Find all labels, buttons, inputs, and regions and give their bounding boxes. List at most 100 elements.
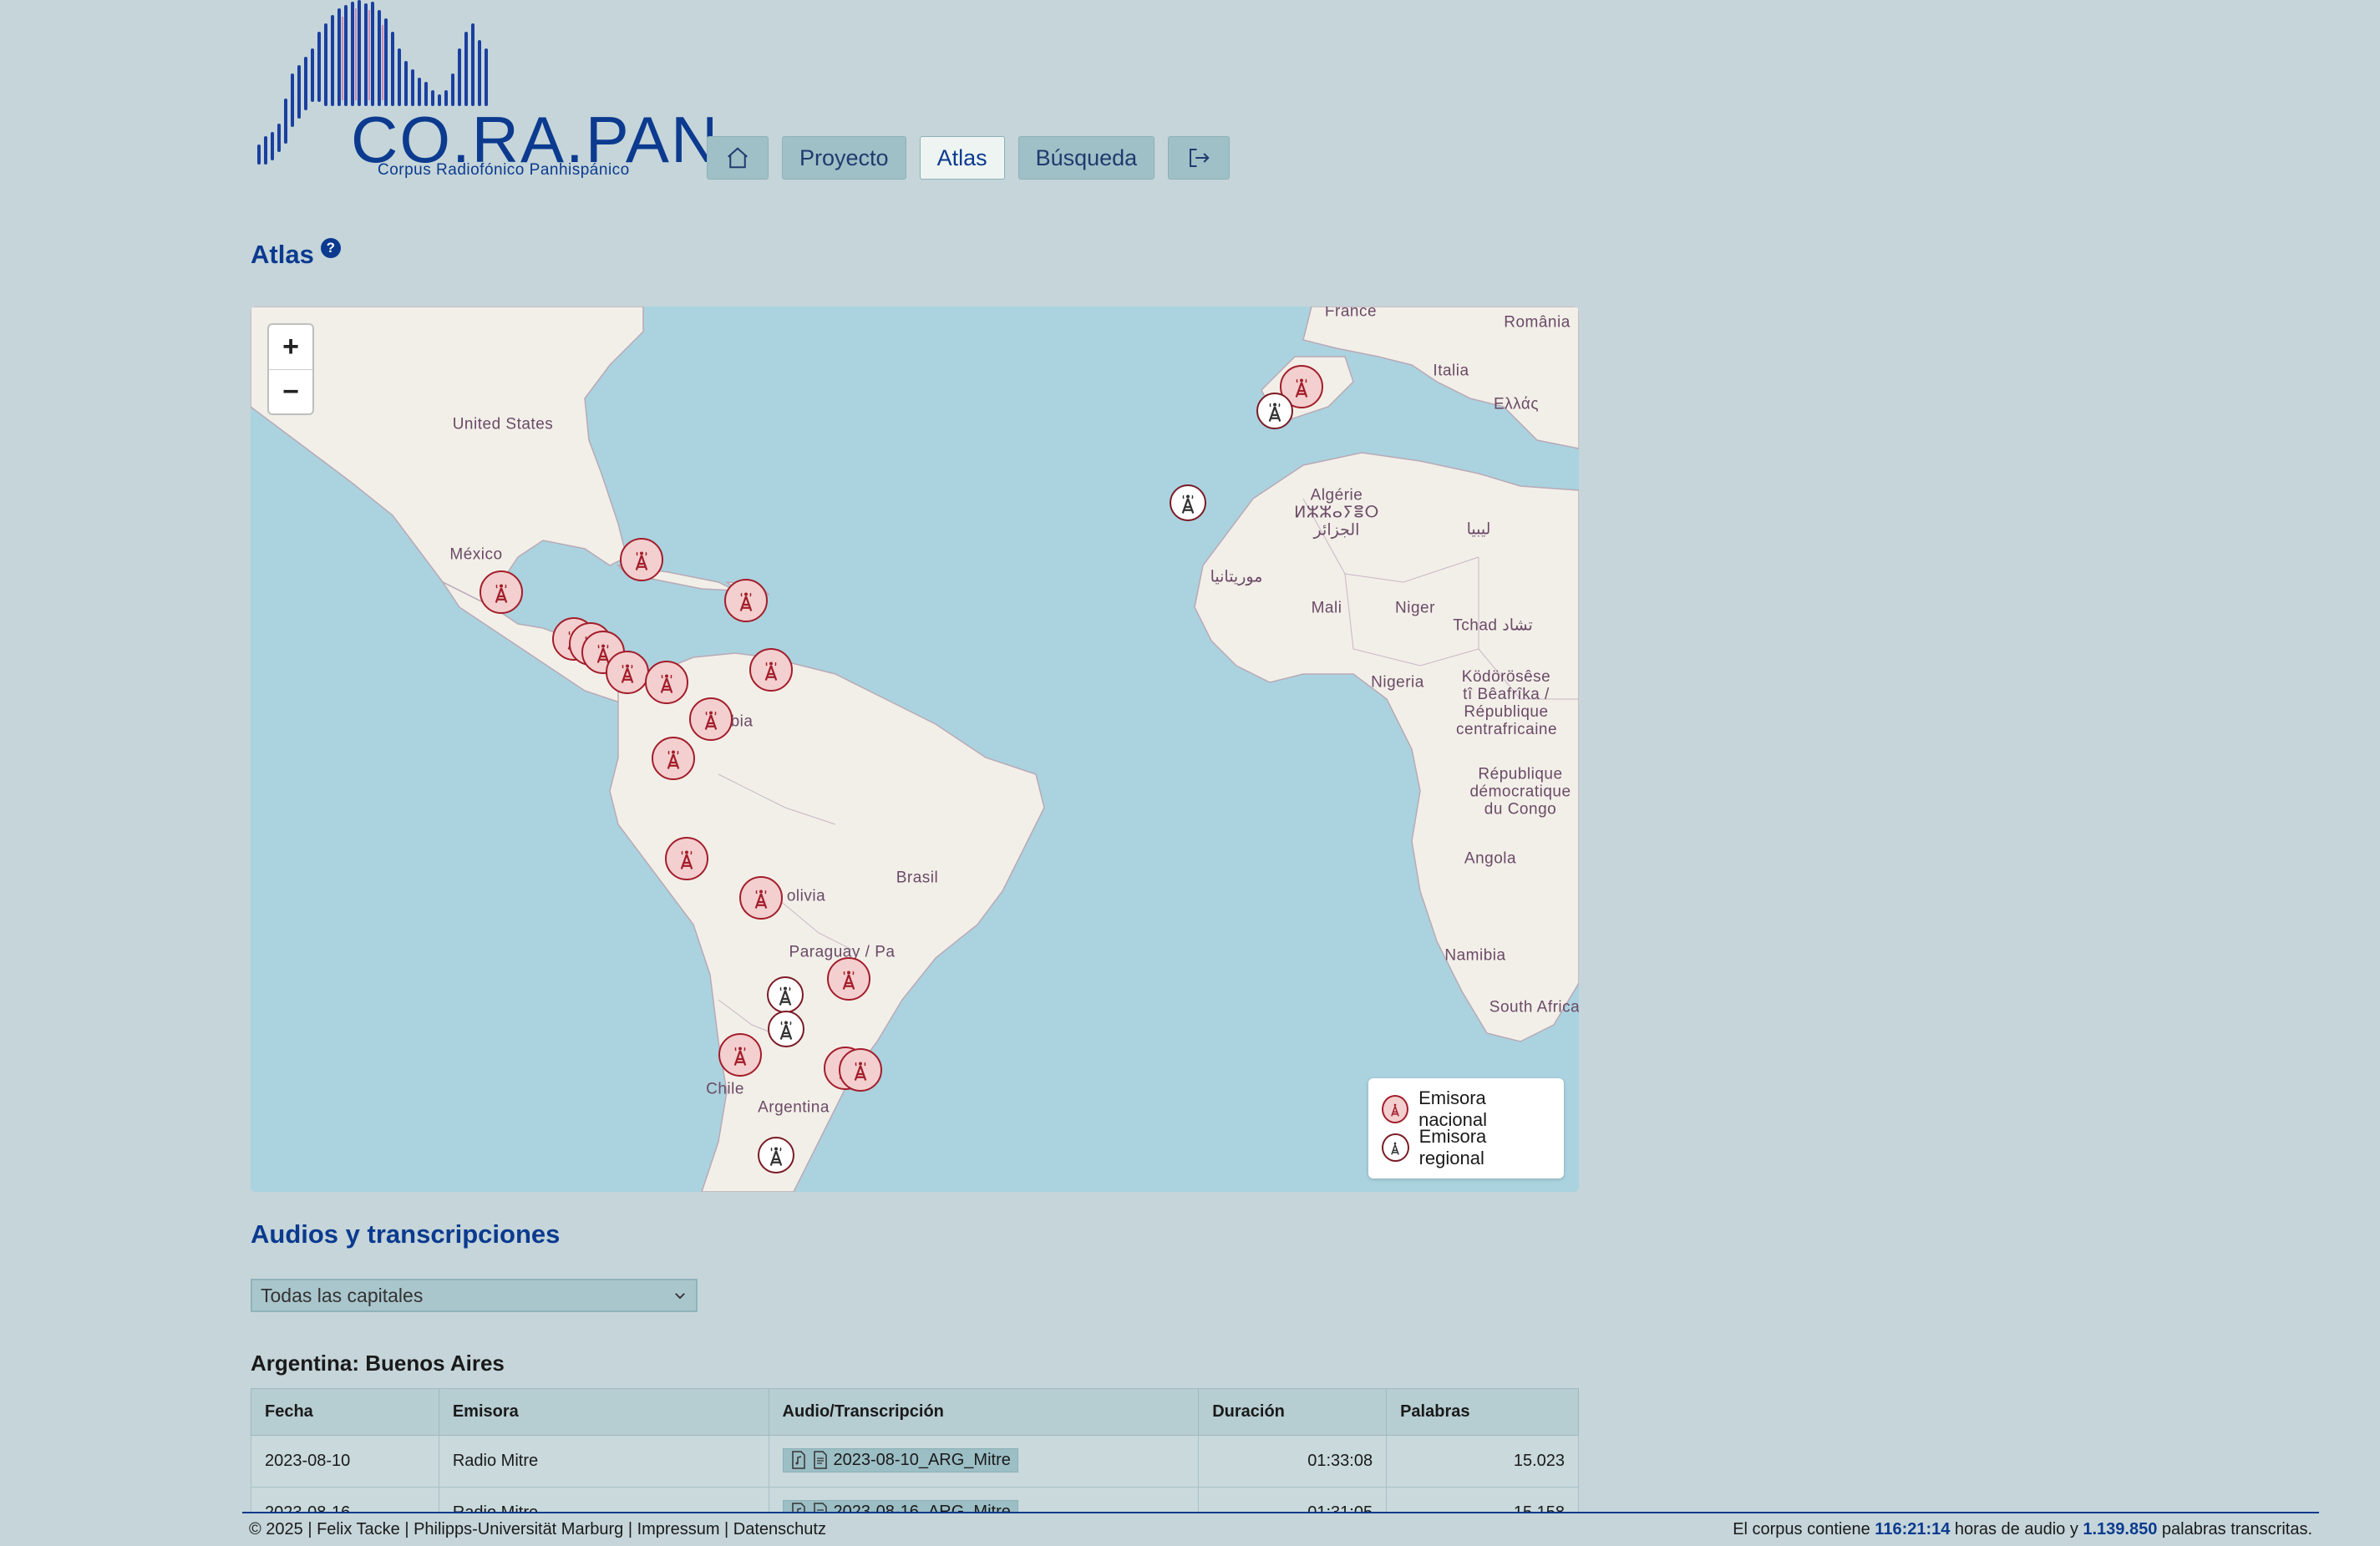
map-label-italia: Italia: [1433, 362, 1469, 380]
logo-subtitle: Corpus Radiofónico Panhispánico: [378, 161, 630, 179]
map-label-car: Ködörösêse tî Bêafrîka / République cent…: [1456, 668, 1558, 738]
radio-tower-icon: [704, 711, 718, 730]
main-nav: Proyecto Atlas Búsqueda: [707, 136, 1231, 180]
atlas-heading: Atlas ?: [251, 238, 341, 270]
radio-tower-icon: [660, 674, 673, 693]
row-words: 15.158: [1386, 1487, 1579, 1512]
map-label-mali: Mali: [1311, 599, 1342, 617]
corpus-words: 1.139.850: [2083, 1520, 2158, 1538]
col-duracion[interactable]: Duración: [1198, 1388, 1388, 1436]
atlas-title: Atlas: [251, 240, 314, 269]
national-station-marker[interactable]: [645, 661, 688, 704]
row-station: Radio Mitre: [438, 1487, 769, 1512]
regional-station-marker[interactable]: [768, 1011, 804, 1047]
map-label-argentina: Argentina: [758, 1098, 830, 1117]
map-label-romania: România: [1504, 313, 1571, 332]
nav-proyecto[interactable]: Proyecto: [782, 136, 906, 180]
national-station-marker[interactable]: [665, 837, 708, 880]
national-station-marker[interactable]: [718, 1033, 762, 1077]
national-station-marker[interactable]: [724, 579, 768, 622]
corpus-hours: 116:21:14: [1875, 1520, 1951, 1538]
row-file-cell: 2023-08-10_ARG_Mitre: [768, 1435, 1200, 1488]
recordings-table-container[interactable]: Fecha Emisora Audio/Transcripción Duraci…: [251, 1388, 1579, 1512]
col-palabras[interactable]: Palabras: [1386, 1388, 1579, 1436]
row-duration: 01:33:08: [1198, 1435, 1388, 1488]
map-label-angola: Angola: [1464, 849, 1517, 868]
map-label-nigeria: Nigeria: [1371, 673, 1424, 692]
national-station-marker[interactable]: [620, 538, 663, 581]
radio-tower-icon: [733, 1047, 747, 1066]
help-icon[interactable]: ?: [320, 238, 341, 258]
national-station-marker[interactable]: [480, 570, 523, 614]
file-link[interactable]: 2023-08-16_ARG_Mitre: [782, 1499, 1018, 1512]
radio-tower-icon: [667, 750, 680, 769]
radio-tower-icon: [764, 661, 778, 681]
file-name: 2023-08-10_ARG_Mitre: [833, 1450, 1011, 1469]
national-station-marker[interactable]: [739, 876, 783, 920]
national-station-marker[interactable]: [689, 697, 733, 741]
col-emisora[interactable]: Emisora: [438, 1388, 769, 1436]
radio-tower-icon: [680, 850, 693, 869]
row-words: 15.023: [1386, 1435, 1579, 1488]
zoom-in-button[interactable]: +: [269, 325, 312, 369]
logout-icon: [1190, 149, 1210, 167]
corpus-stats: El corpus contiene 116:21:14 horas de au…: [1733, 1520, 2312, 1539]
corpus-stats-suffix: palabras transcritas.: [2157, 1520, 2312, 1538]
regional-station-marker[interactable]: [1170, 484, 1206, 521]
map-basemap: [251, 307, 1579, 1192]
legend-national: Emisora nacional: [1382, 1087, 1550, 1130]
map-label-namibia: Namibia: [1444, 946, 1506, 965]
radio-tower-icon: [1382, 1095, 1409, 1123]
national-station-marker[interactable]: [827, 957, 870, 1001]
national-station-marker[interactable]: [749, 648, 793, 692]
zoom-control: + −: [267, 323, 314, 415]
map-label-tchad: Tchad تشاد: [1453, 616, 1533, 635]
nav-busqueda[interactable]: Búsqueda: [1017, 136, 1155, 180]
radio-tower-icon: [854, 1062, 867, 1081]
home-icon: [728, 147, 748, 169]
file-link[interactable]: 2023-08-10_ARG_Mitre: [782, 1447, 1018, 1473]
corpus-stats-prefix: El corpus contiene: [1733, 1520, 1875, 1538]
file-name: 2023-08-16_ARG_Mitre: [833, 1502, 1011, 1512]
map-label-france: France: [1324, 307, 1378, 321]
col-fecha[interactable]: Fecha: [251, 1388, 439, 1436]
map-label-niger: Niger: [1395, 599, 1435, 617]
transcript-file-icon: [813, 1503, 827, 1512]
row-file-cell: 2023-08-16_ARG_Mitre: [768, 1487, 1200, 1512]
radio-tower-icon: [769, 1147, 783, 1166]
nav-atlas[interactable]: Atlas: [919, 136, 1005, 180]
national-station-marker[interactable]: [652, 737, 695, 780]
national-station-marker[interactable]: [839, 1048, 882, 1092]
map-label-colombia: bia: [730, 712, 754, 731]
chevron-down-icon: [675, 1293, 685, 1300]
capital-select-value: Todas las capitales: [261, 1284, 424, 1306]
radio-tower-icon: [621, 664, 634, 683]
col-audio[interactable]: Audio/Transcripción: [768, 1388, 1200, 1436]
radio-tower-icon: [779, 1021, 793, 1040]
radio-tower-icon: [754, 890, 768, 909]
corapan-logo[interactable]: CO.RA.PAN Corpus Radiofónico Panhispánic…: [251, 0, 718, 188]
audio-file-icon: [791, 1503, 805, 1512]
city-heading: Argentina: Buenos Aires: [251, 1351, 505, 1376]
logout-button[interactable]: [1168, 136, 1231, 180]
map-label-libya: ليبيا: [1466, 520, 1491, 539]
map-label-south-africa: South Africa: [1489, 998, 1579, 1016]
legend-national-label: Emisora nacional: [1418, 1087, 1488, 1130]
regional-station-marker[interactable]: [767, 976, 804, 1013]
radio-tower-icon: [779, 986, 792, 1006]
national-station-marker[interactable]: [606, 651, 649, 694]
row-date: 2023-08-16: [251, 1487, 439, 1512]
map-legend: Emisora nacional Emisora regional: [1368, 1078, 1564, 1179]
table-row: 2023-08-10 Radio Mitre 2023-08-10_ARG_Mi…: [251, 1435, 1579, 1488]
map-label-greece: Ελλάς: [1493, 395, 1540, 413]
zoom-out-button[interactable]: −: [269, 369, 312, 413]
home-button[interactable]: [707, 136, 769, 180]
row-station: Radio Mitre: [438, 1435, 769, 1488]
regional-station-marker[interactable]: [1256, 393, 1293, 429]
footer-credits[interactable]: © 2025 | Felix Tacke | Philipps-Universi…: [249, 1520, 826, 1539]
capital-select[interactable]: Todas las capitales: [251, 1279, 698, 1312]
atlas-map[interactable]: France România Italia Ελλάς United State…: [251, 307, 1579, 1192]
table-row: 2023-08-16 Radio Mitre 2023-08-16_ARG_Mi…: [251, 1487, 1579, 1512]
map-label-mauritania: موريتانيا: [1210, 568, 1263, 586]
regional-station-marker[interactable]: [758, 1137, 794, 1173]
